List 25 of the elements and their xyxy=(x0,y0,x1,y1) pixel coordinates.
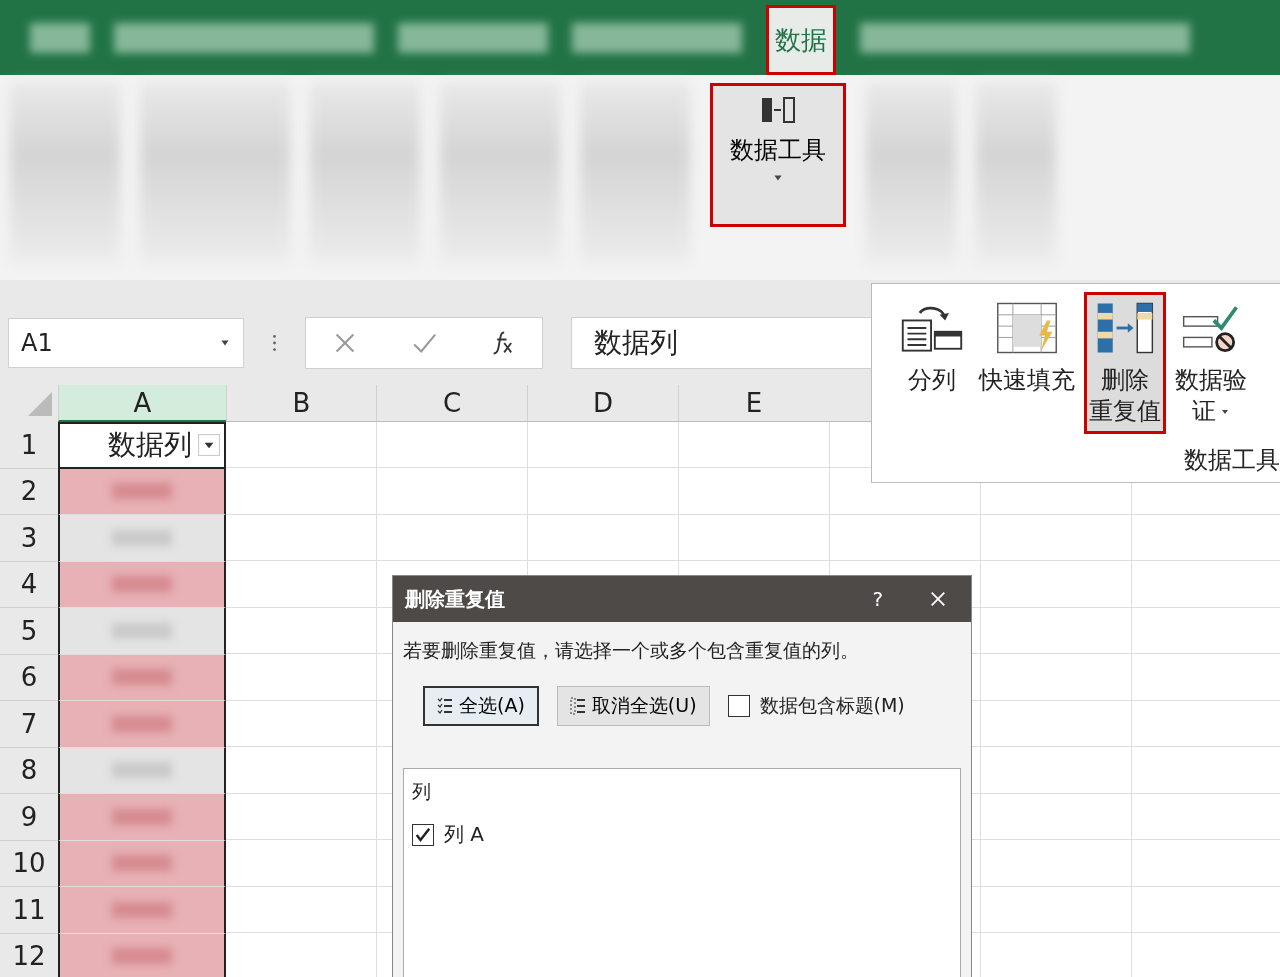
data-tab[interactable]: 数据 xyxy=(766,5,836,75)
column-header[interactable]: A xyxy=(58,385,226,422)
list-icon xyxy=(569,696,586,716)
column-checkbox[interactable]: 列 A xyxy=(412,821,952,848)
select-all-button[interactable]: 全选(A) xyxy=(423,686,539,726)
cell-text: 数据列 xyxy=(108,427,192,464)
flash-fill-button[interactable]: 快速填充 xyxy=(974,292,1080,435)
header-checkbox[interactable]: 数据包含标题(M) xyxy=(727,693,905,719)
dialog-title: 删除重复值 xyxy=(405,585,506,613)
name-box[interactable]: A1 xyxy=(8,317,244,368)
list-icon xyxy=(437,696,453,716)
close-icon[interactable] xyxy=(929,590,947,608)
unselect-all-button[interactable]: 取消全选(U) xyxy=(556,686,710,726)
group-label: 数据工具 xyxy=(1184,445,1280,476)
caret-icon xyxy=(772,174,784,182)
table-cell[interactable]: 数据列 xyxy=(58,422,226,469)
help-button[interactable]: ? xyxy=(866,586,889,612)
filter-dropdown-icon[interactable] xyxy=(198,434,220,457)
dialog-message: 若要删除重复值，请选择一个或多个包含重复值的列。 xyxy=(403,638,860,663)
data-tools-button[interactable]: 数据工具 xyxy=(710,83,846,227)
validation-button[interactable]: 数据验 证 xyxy=(1170,292,1252,435)
caret-icon xyxy=(219,338,231,347)
remove-duplicates-button[interactable]: 删除 重复值 xyxy=(1084,292,1166,435)
split-button[interactable]: 分列 xyxy=(894,292,970,435)
list-header: 列 xyxy=(412,779,432,804)
